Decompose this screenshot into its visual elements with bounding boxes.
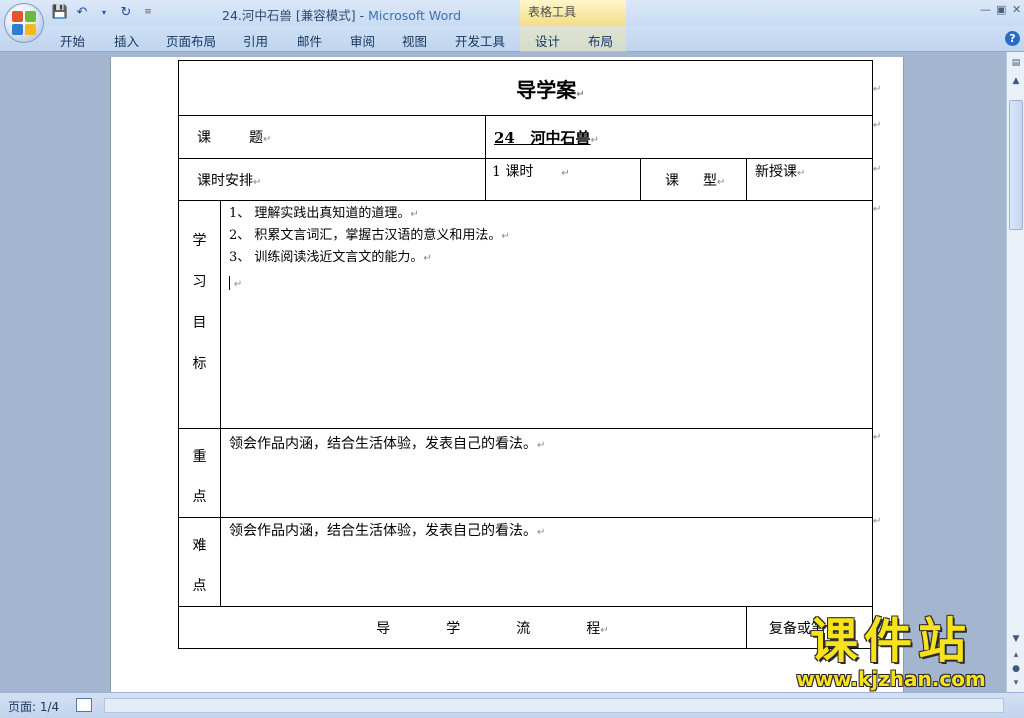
lesson-title: 24 河中石兽 xyxy=(494,129,591,147)
type-value: 新授课 xyxy=(755,164,797,180)
objectives-cell[interactable]: 1、 理解实践出真知道的道理。↵ 2、 积累文言词汇，掌握古汉语的意义和用法。↵… xyxy=(220,200,873,429)
objectives-label-char: 标 xyxy=(192,356,207,372)
objective-item: 3、 训练阅读浅近文言文的能力。↵ xyxy=(229,250,432,265)
lesson-label-cell[interactable]: 课题↵ xyxy=(178,115,486,159)
process-label-char: 学 xyxy=(446,620,461,637)
objectives-label-cell[interactable]: 学 习 目 标 xyxy=(178,200,221,429)
tab-design[interactable]: 设计 xyxy=(535,31,560,50)
process-label-char: 程 xyxy=(586,620,601,637)
scroll-up-icon[interactable]: ▲ xyxy=(1009,74,1023,88)
schedule-label-cell[interactable]: 课时安排↵ xyxy=(178,158,486,201)
watermark-title: 课件站 xyxy=(809,613,972,669)
next-page-icon[interactable]: ▾ xyxy=(1009,676,1023,690)
tab-view[interactable]: 视图 xyxy=(402,31,427,50)
scroll-thumb[interactable] xyxy=(1009,100,1023,230)
close-icon[interactable]: ✕ xyxy=(1012,3,1021,16)
ruler-toggle-icon[interactable]: ▤ xyxy=(1009,56,1023,70)
page-indicator[interactable]: 页面: 1/4 xyxy=(8,698,59,715)
tab-references[interactable]: 引用 xyxy=(243,31,268,50)
tab-insert[interactable]: 插入 xyxy=(114,31,139,50)
scroll-down-icon[interactable]: ▼ xyxy=(1009,632,1023,646)
process-label-char: 导 xyxy=(376,620,391,637)
key-label-cell[interactable]: 重 点 xyxy=(178,428,221,518)
objectives-label-char: 学 xyxy=(192,233,207,249)
key-label-char: 重 xyxy=(192,449,207,465)
tab-mailings[interactable]: 邮件 xyxy=(297,31,322,50)
tab-review[interactable]: 审阅 xyxy=(350,31,375,50)
lesson-number: 24 xyxy=(494,128,515,147)
key-points-text: 领会作品内涵，结合生活体验，发表自己的看法。 xyxy=(229,436,537,452)
office-button[interactable] xyxy=(4,3,44,43)
document-title: 24.河中石兽 [兼容模式] - xyxy=(222,8,369,23)
title-bar: 💾 ↶ ▾ ↻ ≡ 24.河中石兽 [兼容模式] - Microsoft Wor… xyxy=(0,0,1024,43)
tab-home[interactable]: 开始 xyxy=(60,31,85,50)
type-label-2: 型 xyxy=(703,172,717,189)
browse-object-icon[interactable]: ● xyxy=(1009,662,1023,676)
document-heading: 导学案 xyxy=(516,77,577,102)
undo-dropdown-icon[interactable]: ▾ xyxy=(96,4,112,20)
lesson-label-2: 题 xyxy=(249,130,263,146)
row-end-mark: ↵ xyxy=(873,84,882,95)
study-plan-table: 导学案↵ 课题↵ 24 河中石兽↵ 课时安排↵ 1 课时 ↵ 课型↵ 新授课↵ 学… xyxy=(178,60,873,649)
type-value-cell[interactable]: 新授课↵ xyxy=(746,158,873,201)
save-icon[interactable]: 💾 xyxy=(52,4,68,20)
heading-cell[interactable]: 导学案↵ xyxy=(178,60,873,116)
tab-developer[interactable]: 开发工具 xyxy=(455,31,505,50)
watermark-url: www.kjzhan.com xyxy=(796,667,986,691)
previous-page-icon[interactable]: ▴ xyxy=(1009,648,1023,662)
redo-icon[interactable]: ↻ xyxy=(118,4,134,20)
row-end-mark: ↵ xyxy=(873,120,882,131)
office-logo-icon xyxy=(12,11,36,35)
difficulty-text: 领会作品内涵，结合生活体验，发表自己的看法。 xyxy=(229,523,537,539)
vertical-scrollbar[interactable]: ▤ ▲ ▼ ▴ ● ▾ xyxy=(1006,52,1024,692)
difficulty-label-char: 点 xyxy=(192,578,207,594)
row-end-mark: ↵ xyxy=(873,164,882,175)
lesson-title-text: 河中石兽 xyxy=(530,128,591,147)
lesson-title-cell[interactable]: 24 河中石兽↵ xyxy=(485,115,873,159)
watermark-logo: 课件站 www.kjzhan.com xyxy=(776,615,1006,691)
horizontal-scrollbar[interactable] xyxy=(104,698,1004,713)
objective-item: 1、 理解实践出真知道的道理。↵ xyxy=(229,206,419,221)
row-end-mark: ↵ xyxy=(873,516,882,527)
proofing-icon[interactable] xyxy=(76,698,92,712)
difficulty-cell[interactable]: 领会作品内涵，结合生活体验，发表自己的看法。↵ xyxy=(220,517,873,607)
row-end-mark: ↵ xyxy=(873,204,882,215)
process-label-cell[interactable]: 导学流程↵ xyxy=(178,606,747,649)
minimize-icon[interactable]: — xyxy=(980,3,991,16)
objectives-label-char: 目 xyxy=(192,315,207,331)
difficulty-label-char: 难 xyxy=(192,538,207,554)
quick-access-toolbar: 💾 ↶ ▾ ↻ ≡ xyxy=(52,4,156,20)
window-title: 24.河中石兽 [兼容模式] - Microsoft Word xyxy=(222,5,461,24)
customize-toolbar-icon[interactable]: ≡ xyxy=(140,4,156,20)
objective-item: 2、 积累文言词汇，掌握古汉语的意义和用法。↵ xyxy=(229,228,510,243)
app-name: Microsoft Word xyxy=(368,8,462,23)
key-label-char: 点 xyxy=(192,489,207,505)
text-cursor: ↵ xyxy=(229,273,864,295)
type-label-cell[interactable]: 课型↵ xyxy=(640,158,747,201)
table-tools-label: 表格工具 xyxy=(520,0,626,26)
tab-layout[interactable]: 布局 xyxy=(588,31,613,50)
schedule-label: 课时安排 xyxy=(197,172,253,189)
tab-page-layout[interactable]: 页面布局 xyxy=(166,31,216,50)
type-label-1: 课 xyxy=(665,172,679,189)
lesson-label-1: 课 xyxy=(197,130,211,146)
objectives-label-char: 习 xyxy=(192,274,207,290)
process-label-char: 流 xyxy=(516,620,531,637)
key-points-cell[interactable]: 领会作品内涵，结合生活体验，发表自己的看法。↵ xyxy=(220,428,873,518)
help-icon[interactable]: ? xyxy=(1005,31,1020,46)
ribbon-tabs: 开始 插入 页面布局 引用 邮件 审阅 视图 开发工具 设计 布局 ? xyxy=(0,26,1024,52)
schedule-value-cell[interactable]: 1 课时 ↵ xyxy=(485,158,641,201)
status-bar: 页面: 1/4 xyxy=(0,692,1024,718)
undo-icon[interactable]: ↶ xyxy=(74,4,90,20)
schedule-value: 1 课时 xyxy=(492,164,534,180)
restore-icon[interactable]: ▣ xyxy=(996,3,1006,16)
row-end-mark: ↵ xyxy=(873,432,882,443)
difficulty-label-cell[interactable]: 难 点 xyxy=(178,517,221,607)
